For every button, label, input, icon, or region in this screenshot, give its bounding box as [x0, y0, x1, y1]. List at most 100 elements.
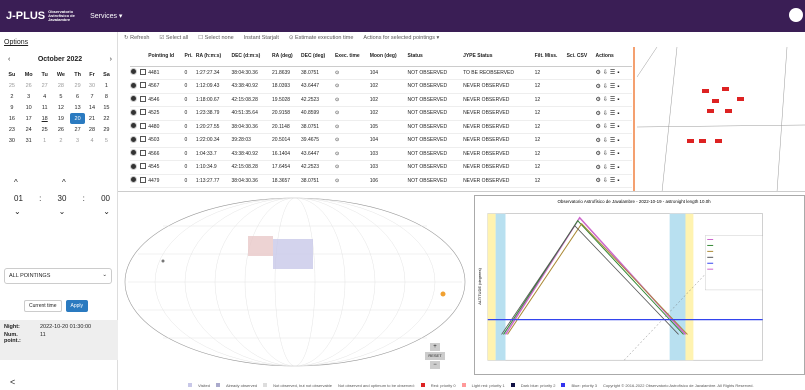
- toolbar-action[interactable]: ☐ Select none: [198, 35, 234, 43]
- comment-icon[interactable]: ▪: [617, 178, 619, 184]
- calendar-day[interactable]: 2: [52, 135, 70, 146]
- settings-icon[interactable]: ⚙: [595, 69, 600, 76]
- download-icon[interactable]: ⇩: [603, 110, 608, 117]
- calendar-day[interactable]: 2: [4, 91, 20, 102]
- row-checkbox[interactable]: [139, 176, 146, 183]
- zoom-out-button[interactable]: −: [430, 361, 440, 369]
- calendar-day[interactable]: 28: [52, 80, 70, 91]
- visibility-plot[interactable]: Observatorio Astrofísico de Javalambre -…: [474, 195, 805, 375]
- row-checkbox[interactable]: [139, 163, 146, 170]
- calendar-day[interactable]: 18: [38, 113, 52, 124]
- clock-icon[interactable]: ⊙: [335, 137, 339, 143]
- calendar-day[interactable]: 16: [4, 113, 20, 124]
- comment-icon[interactable]: ▪: [617, 165, 619, 171]
- table-row[interactable]: 4503 0 1:22:00.34 39:28:03 20.5014 39.4675 ⊙ 10…: [130, 133, 632, 148]
- clock-icon[interactable]: ⊙: [335, 83, 339, 89]
- list-icon[interactable]: ☰: [610, 110, 615, 117]
- second-down-button[interactable]: ⌄: [103, 207, 110, 219]
- calendar-day[interactable]: 25: [4, 80, 20, 91]
- calendar-day[interactable]: 26: [52, 124, 70, 135]
- row-checkbox[interactable]: [139, 122, 146, 129]
- column-header[interactable]: DEC (d:m:s): [231, 46, 273, 67]
- table-row[interactable]: 4480 0 1:20:27.55 38:04:30.36 20.1148 38.0751…: [130, 120, 632, 134]
- settings-icon[interactable]: ⚙: [595, 164, 600, 171]
- download-icon[interactable]: ⇩: [603, 150, 608, 157]
- calendar-day[interactable]: 4: [38, 91, 52, 102]
- settings-icon[interactable]: ⚙: [595, 177, 600, 184]
- horizontal-splitter[interactable]: [118, 191, 805, 192]
- mini-map[interactable]: [637, 47, 805, 192]
- status-dot-icon[interactable]: [130, 149, 137, 157]
- minute-down-button[interactable]: ⌄: [59, 207, 66, 219]
- second-value[interactable]: 00: [101, 194, 110, 203]
- column-header[interactable]: Pri.: [184, 46, 196, 67]
- settings-icon[interactable]: ⚙: [595, 96, 600, 103]
- calendar-day[interactable]: 30: [85, 80, 99, 91]
- calendar-day[interactable]: 9: [4, 102, 20, 113]
- comment-icon[interactable]: ▪: [617, 84, 619, 90]
- panel-splitter[interactable]: [633, 47, 635, 192]
- column-header[interactable]: [130, 46, 140, 67]
- row-checkbox[interactable]: [139, 95, 146, 102]
- calendar-day[interactable]: 26: [20, 80, 38, 91]
- calendar-day[interactable]: 17: [20, 113, 38, 124]
- clock-icon[interactable]: ⊙: [335, 110, 339, 116]
- next-month-button[interactable]: ›: [110, 56, 112, 63]
- calendar-day[interactable]: 8: [99, 91, 114, 102]
- row-checkbox[interactable]: [139, 136, 146, 143]
- calendar-day[interactable]: 31: [20, 135, 38, 146]
- toolbar-action[interactable]: ⊙ Estimate execution time: [289, 35, 354, 43]
- calendar-day[interactable]: 5: [52, 91, 70, 102]
- comment-icon[interactable]: ▪: [617, 70, 619, 76]
- settings-icon[interactable]: ⚙: [595, 137, 600, 144]
- calendar-day[interactable]: 19: [52, 113, 70, 124]
- download-icon[interactable]: ⇩: [603, 123, 608, 130]
- toolbar-action[interactable]: ☑ Select all: [159, 35, 188, 43]
- list-icon[interactable]: ☰: [610, 69, 615, 76]
- column-header[interactable]: Actions: [595, 46, 632, 67]
- column-header[interactable]: JYPE Status: [463, 46, 535, 67]
- clock-icon[interactable]: ⊙: [335, 70, 339, 76]
- collapse-sidebar-button[interactable]: <: [10, 377, 15, 387]
- calendar-day[interactable]: 14: [85, 102, 99, 113]
- list-icon[interactable]: ☰: [610, 177, 615, 184]
- column-header[interactable]: Status: [407, 46, 464, 67]
- status-dot-icon[interactable]: [130, 68, 137, 76]
- column-header[interactable]: Filt. Miss.: [534, 46, 567, 67]
- calendar-day[interactable]: 13: [70, 102, 85, 113]
- status-dot-icon[interactable]: [130, 81, 137, 89]
- column-header[interactable]: Sci. CSV: [566, 46, 596, 67]
- calendar-day[interactable]: 30: [4, 135, 20, 146]
- user-avatar[interactable]: [789, 8, 803, 22]
- status-dot-icon[interactable]: [130, 108, 137, 116]
- download-icon[interactable]: ⇩: [603, 177, 608, 184]
- calendar-day[interactable]: 21: [85, 113, 99, 124]
- column-header[interactable]: DEC (deg): [301, 46, 335, 67]
- status-dot-icon[interactable]: [130, 122, 137, 130]
- list-icon[interactable]: ☰: [610, 137, 615, 144]
- settings-icon[interactable]: ⚙: [595, 150, 600, 157]
- calendar-day[interactable]: 27: [38, 80, 52, 91]
- download-icon[interactable]: ⇩: [603, 83, 608, 90]
- hour-up-button[interactable]: ^: [14, 178, 18, 190]
- column-header[interactable]: Moon (deg): [369, 46, 408, 67]
- calendar-day[interactable]: 15: [99, 102, 114, 113]
- table-row[interactable]: 4525 0 1:23:38.79 40:51:35.64 20.9158 40.8599…: [130, 106, 632, 121]
- calendar-day[interactable]: 20: [70, 113, 86, 124]
- status-dot-icon[interactable]: [130, 162, 137, 170]
- zoom-reset-button[interactable]: RESET: [425, 352, 445, 360]
- table-row[interactable]: 4481 0 1:27:27.34 38:04:30.36 21.8639 38.0751…: [130, 66, 632, 80]
- clock-icon[interactable]: ⊙: [335, 164, 339, 170]
- zoom-in-button[interactable]: +: [430, 343, 440, 351]
- list-icon[interactable]: ☰: [610, 164, 615, 171]
- clock-icon[interactable]: ⊙: [335, 97, 339, 103]
- settings-icon[interactable]: ⚙: [595, 83, 600, 90]
- list-icon[interactable]: ☰: [610, 150, 615, 157]
- calendar-day[interactable]: 29: [70, 80, 85, 91]
- column-header[interactable]: Pointing Id: [148, 46, 185, 67]
- services-menu[interactable]: Services ▾: [90, 12, 122, 20]
- list-icon[interactable]: ☰: [610, 96, 615, 103]
- download-icon[interactable]: ⇩: [603, 96, 608, 103]
- calendar-day[interactable]: 24: [20, 124, 38, 135]
- toolbar-action[interactable]: Instant Starjalt: [244, 35, 279, 43]
